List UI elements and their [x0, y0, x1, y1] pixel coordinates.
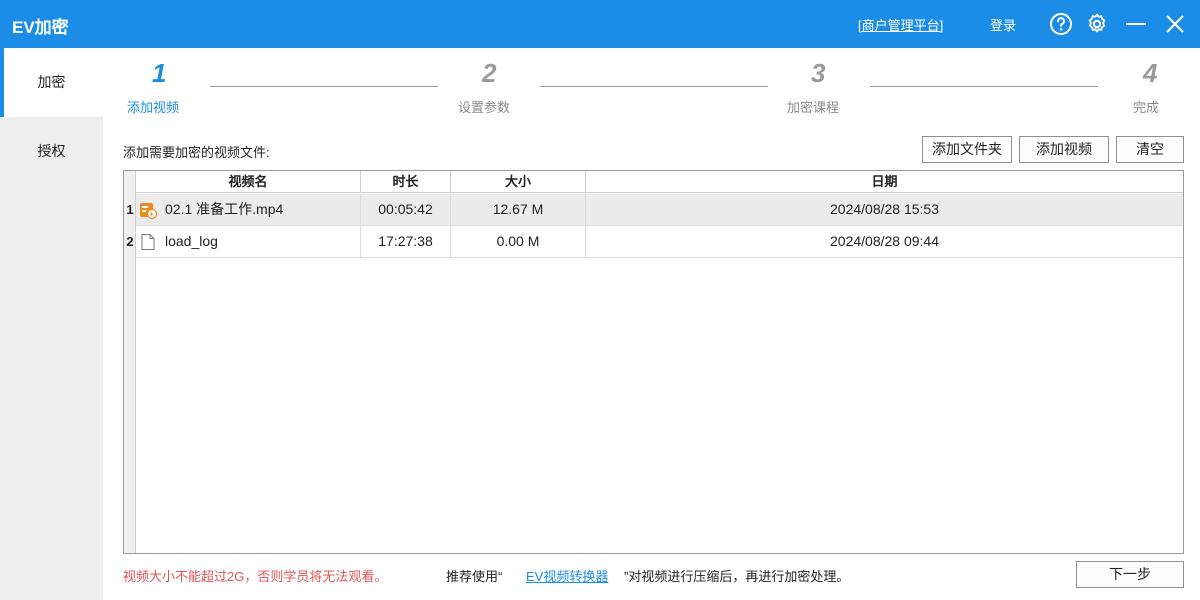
- video-file-table[interactable]: 视频名 时长 大小 日期 1 02.1 准备工作.mp4 00:05:42 12…: [123, 170, 1184, 554]
- row-index: 1: [126, 202, 134, 217]
- step-2-label: 设置参数: [458, 100, 511, 115]
- ev-converter-link[interactable]: EV视频转换器: [526, 566, 608, 585]
- step-4-number: 4: [1143, 58, 1158, 88]
- table-row[interactable]: 1 02.1 准备工作.mp4 00:05:42 12.67 M 2024/08…: [126, 194, 1183, 226]
- step-3-number: 3: [811, 58, 826, 88]
- generic-file-icon: [141, 234, 155, 250]
- step-4-label: 完成: [1133, 100, 1160, 115]
- next-step-button[interactable]: 下一步: [1076, 561, 1184, 588]
- column-header-size[interactable]: 大小: [451, 171, 586, 193]
- column-header-name[interactable]: 视频名: [136, 171, 361, 193]
- video-name-cell: 02.1 准备工作.mp4: [136, 194, 361, 225]
- column-header-duration[interactable]: 时长: [361, 171, 451, 193]
- step-1-label: 添加视频: [127, 100, 180, 115]
- login-link[interactable]: 登录: [990, 15, 1016, 34]
- table-row[interactable]: 2 load_log 17:27:38 0.00 M 2024/08/28 09…: [126, 226, 1183, 258]
- add-folder-button[interactable]: 添加文件夹: [922, 136, 1012, 163]
- column-header-date[interactable]: 日期: [586, 171, 1183, 193]
- sidebar: 加密 授权: [0, 48, 103, 600]
- table-header: 视频名 时长 大小 日期: [136, 171, 1183, 193]
- title-bar: EV加密 [商户管理平台] 登录: [0, 0, 1200, 48]
- duration-cell: 00:05:42: [361, 194, 451, 225]
- add-instruction: 添加需要加密的视频文件:: [123, 145, 270, 160]
- video-name: 02.1 准备工作.mp4: [165, 201, 284, 217]
- row-index: 2: [126, 234, 134, 249]
- step-connector: [870, 86, 1098, 87]
- close-icon[interactable]: [1163, 12, 1187, 36]
- clear-button[interactable]: 清空: [1116, 136, 1184, 163]
- add-video-button[interactable]: 添加视频: [1019, 136, 1109, 163]
- video-name-cell: load_log: [136, 226, 361, 257]
- step-connector: [540, 86, 768, 87]
- help-icon[interactable]: [1049, 12, 1073, 36]
- size-warning-text: 视频大小不能超过2G，否则学员将无法观看。: [123, 569, 388, 584]
- recommend-prefix-text: 推荐使用“: [446, 569, 503, 584]
- video-file-icon: [140, 203, 157, 219]
- minimize-icon[interactable]: [1124, 12, 1148, 36]
- size-cell: 0.00 M: [451, 226, 586, 257]
- merchant-platform-link[interactable]: [商户管理平台]: [858, 15, 943, 34]
- video-name: load_log: [165, 233, 218, 249]
- duration-cell: 17:27:38: [361, 226, 451, 257]
- app-title: EV加密: [12, 18, 69, 37]
- recommend-suffix-text: ”对视频进行压缩后，再进行加密处理。: [624, 569, 850, 584]
- step-3-label: 加密课程: [787, 100, 840, 115]
- gear-icon[interactable]: [1085, 12, 1109, 36]
- step-2-number: 2: [482, 58, 497, 88]
- date-cell: 2024/08/28 15:53: [830, 201, 939, 217]
- sidebar-item-authorize[interactable]: 授权: [0, 117, 103, 186]
- size-cell: 12.67 M: [451, 194, 586, 225]
- sidebar-item-encrypt[interactable]: 加密: [0, 48, 103, 117]
- step-1-number: 1: [152, 58, 167, 88]
- date-cell: 2024/08/28 09:44: [830, 233, 939, 249]
- step-connector: [210, 86, 438, 87]
